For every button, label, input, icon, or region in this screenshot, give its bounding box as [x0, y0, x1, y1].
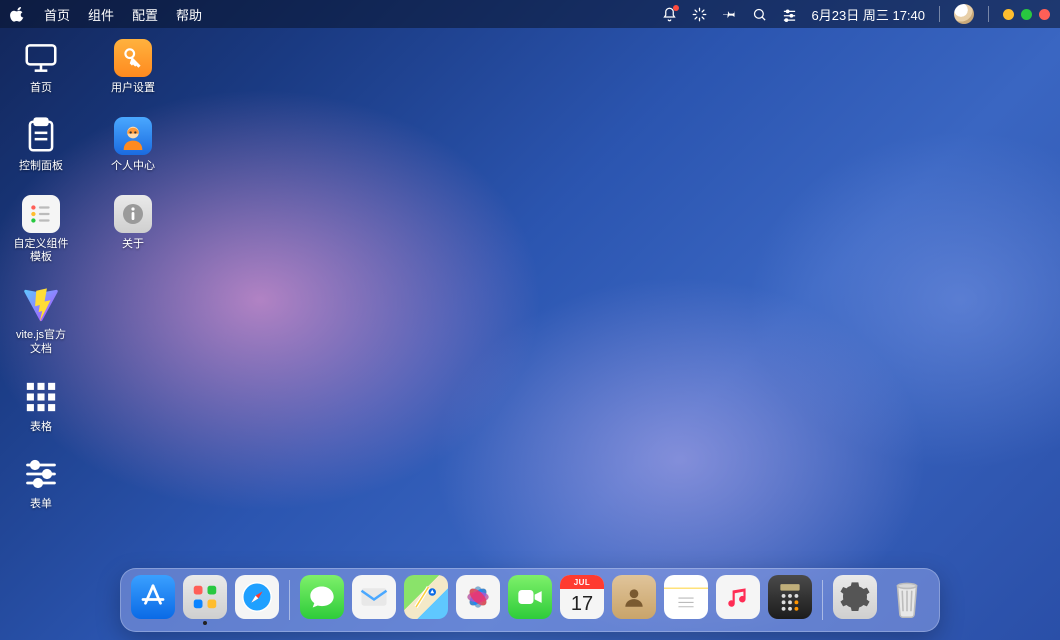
user-avatar[interactable] [954, 4, 974, 24]
calendar-day: 17 [560, 589, 604, 619]
notes-icon [664, 575, 708, 619]
desktop: 首页 控制面板 自定义组件模板 vite.js官方文档 表格 表单 用户设置 [10, 38, 164, 512]
sliders-icon[interactable] [782, 6, 798, 22]
desktop-icon-label: 首页 [30, 82, 52, 96]
dock-messages[interactable] [300, 575, 344, 625]
dock-music[interactable] [716, 575, 760, 625]
calendar-month: JUL [560, 575, 604, 589]
desktop-icon-label: 控制面板 [19, 160, 63, 174]
calendar-icon: JUL17 [560, 575, 604, 619]
loading-icon[interactable] [692, 6, 708, 22]
vite-icon [22, 286, 60, 324]
dock-safari[interactable] [235, 575, 279, 625]
appstore-icon [131, 575, 175, 619]
desktop-icon-label: 表格 [30, 421, 52, 435]
grid-icon [24, 380, 58, 414]
desktop-icon-control-panel[interactable]: 控制面板 [19, 116, 63, 174]
dock-settings[interactable] [833, 575, 877, 625]
contacts-icon [612, 575, 656, 619]
desktop-icon-about[interactable]: 关于 [113, 194, 153, 252]
desktop-icon-label: 用户设置 [111, 82, 155, 96]
mail-icon [352, 575, 396, 619]
dock-calculator[interactable] [768, 575, 812, 625]
menubar-separator [939, 6, 940, 22]
dock-maps[interactable] [404, 575, 448, 625]
desktop-icon-profile[interactable]: 个人中心 [111, 116, 155, 174]
keychain-icon [114, 39, 152, 77]
profile-icon [114, 117, 152, 155]
dock-separator [822, 580, 823, 620]
dock-trash[interactable] [885, 575, 929, 625]
list-icon [22, 195, 60, 233]
menubar: 首页 组件 配置 帮助 6月23日 周三 17:40 [0, 0, 1060, 28]
menubar-datetime[interactable]: 6月23日 周三 17:40 [812, 5, 925, 24]
launchpad-icon [183, 575, 227, 619]
menu-config[interactable]: 配置 [132, 5, 158, 24]
desktop-icon-label: 个人中心 [111, 160, 155, 174]
apple-menu-icon[interactable] [10, 6, 26, 22]
menu-home[interactable]: 首页 [44, 5, 70, 24]
calculator-icon [768, 575, 812, 619]
dock-launchpad[interactable] [183, 575, 227, 625]
trash-icon [885, 575, 929, 619]
messages-icon [300, 575, 344, 619]
facetime-icon [508, 575, 552, 619]
dock-photos[interactable] [456, 575, 500, 625]
pin-icon[interactable] [722, 6, 738, 22]
sliders-icon [23, 456, 59, 492]
desktop-column-2: 用户设置 个人中心 关于 [102, 38, 164, 512]
close-button[interactable] [1039, 9, 1050, 20]
notifications-icon[interactable] [662, 6, 678, 22]
dock-contacts[interactable] [612, 575, 656, 625]
window-controls [1003, 9, 1050, 20]
desktop-icon-home[interactable]: 首页 [21, 38, 61, 96]
desktop-icon-label: 表单 [30, 498, 52, 512]
desktop-icon-form[interactable]: 表单 [21, 454, 61, 512]
dock-facetime[interactable] [508, 575, 552, 625]
desktop-icon-template[interactable]: 自定义组件模板 [11, 194, 71, 266]
search-icon[interactable] [752, 6, 768, 22]
maximize-button[interactable] [1021, 9, 1032, 20]
desktop-icon-user-settings[interactable]: 用户设置 [111, 38, 155, 96]
maps-icon [404, 575, 448, 619]
desktop-icon-table[interactable]: 表格 [21, 377, 61, 435]
settings-icon [833, 575, 877, 619]
minimize-button[interactable] [1003, 9, 1014, 20]
menu-components[interactable]: 组件 [88, 5, 114, 24]
info-icon [114, 195, 152, 233]
desktop-icon-label: vite.js官方文档 [11, 329, 71, 357]
dock: JUL17 [120, 568, 940, 632]
notification-badge [673, 5, 679, 11]
dock-separator [289, 580, 290, 620]
music-icon [716, 575, 760, 619]
dock-mail[interactable] [352, 575, 396, 625]
dock-notes[interactable] [664, 575, 708, 625]
desktop-icon-label: 关于 [122, 238, 144, 252]
desktop-column-1: 首页 控制面板 自定义组件模板 vite.js官方文档 表格 表单 [10, 38, 72, 512]
menubar-separator [988, 6, 989, 22]
desktop-icon-vite[interactable]: vite.js官方文档 [11, 285, 71, 357]
menu-help[interactable]: 帮助 [176, 5, 202, 24]
safari-icon [235, 575, 279, 619]
dock-calendar[interactable]: JUL17 [560, 575, 604, 625]
desktop-icon-label: 自定义组件模板 [11, 238, 71, 266]
photos-icon [456, 575, 500, 619]
dock-appstore[interactable] [131, 575, 175, 625]
